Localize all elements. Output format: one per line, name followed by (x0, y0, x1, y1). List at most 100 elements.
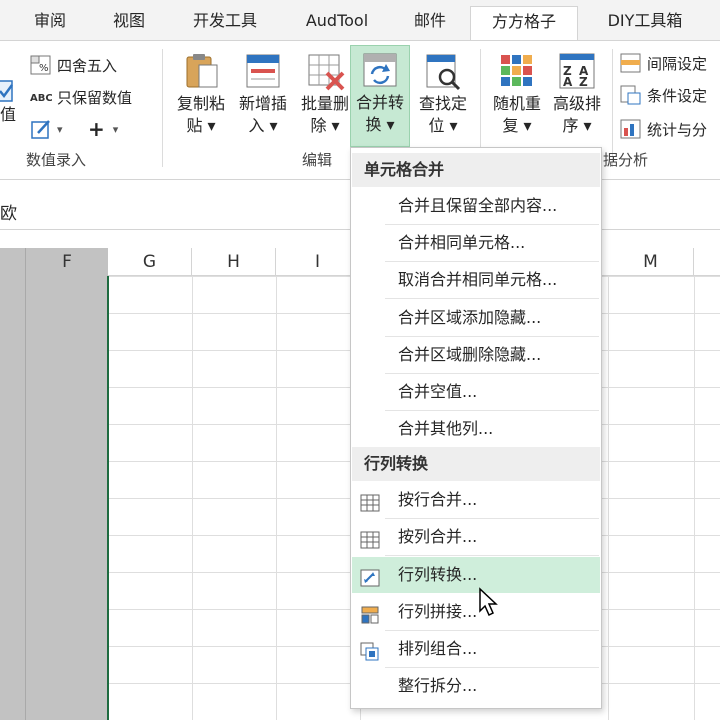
menu-item-permutation-combination[interactable]: 排列组合... (352, 631, 600, 667)
delete-grid-icon (308, 54, 345, 91)
round-button[interactable]: % 四舍五入 (30, 51, 117, 79)
random-blocks-icon (501, 55, 532, 86)
combination-icon (360, 639, 380, 661)
splice-icon (360, 602, 380, 624)
merge-convert-line2: 换 ▾ (365, 115, 395, 134)
column-header-h[interactable]: H (192, 248, 276, 276)
menu-item-label: 按列合并... (398, 527, 478, 546)
copy-paste-button[interactable]: 复制粘 贴 ▾ (170, 47, 232, 145)
merge-convert-button[interactable]: 合并转 换 ▾ (350, 45, 410, 147)
menu-item-merge-remove-hidden[interactable]: 合并区域删除隐藏... (352, 337, 600, 373)
clipboard-icon (186, 54, 218, 88)
abc-icon: ABC (30, 86, 53, 108)
condition-setting-button[interactable]: 条件设定 (620, 81, 707, 109)
merge-convert-line1: 合并转 (355, 93, 404, 112)
group-label-edit: 编辑 (302, 151, 333, 169)
tab-audtool[interactable]: AudTool (290, 6, 384, 40)
add-insert-line2: 入 ▾ (248, 116, 278, 135)
svg-text:%: % (39, 63, 49, 74)
transpose-icon (360, 565, 380, 587)
batch-delete-line2: 除 ▾ (310, 116, 340, 135)
chevron-down-icon: ▾ (57, 122, 63, 136)
menu-item-merge-by-column[interactable]: 按列合并... (352, 519, 600, 555)
svg-text:A: A (563, 75, 573, 89)
grid-rows-icon (360, 490, 380, 512)
menu-item-merge-same-cells[interactable]: 合并相同单元格... (352, 225, 600, 261)
percent-icon: % (30, 54, 52, 76)
insert-rows-icon (246, 54, 280, 88)
grid-line (192, 276, 193, 720)
find-locate-line2: 位 ▾ (428, 116, 458, 135)
menu-item-label: 行列拼接... (398, 602, 478, 621)
advanced-sort-line1: 高级排 (552, 94, 601, 113)
chevron-down-icon: ▾ (112, 122, 119, 136)
interval-grid-icon (620, 52, 642, 74)
grid-cols-icon (360, 527, 380, 549)
menu-item-unmerge-same-cells[interactable]: 取消合并相同单元格... (352, 262, 600, 298)
tab-fangfang-gezi[interactable]: 方方格子 (470, 6, 578, 41)
menu-section-cell-merge: 单元格合并 (352, 153, 600, 187)
copy-paste-line2: 贴 ▾ (186, 116, 216, 135)
tab-diy-toolbox[interactable]: DIY工具箱 (590, 6, 700, 40)
stats-split-button[interactable]: 统计与分 (620, 115, 707, 143)
sort-az-icon: Z A A Z (559, 53, 595, 89)
tab-developer[interactable]: 开发工具 (178, 6, 272, 40)
stats-split-label: 统计与分 (647, 120, 708, 139)
menu-item-merge-other-columns[interactable]: 合并其他列... (352, 411, 600, 447)
menu-item-merge-add-hidden[interactable]: 合并区域添加隐藏... (352, 300, 600, 336)
selected-columns[interactable] (0, 248, 108, 720)
batch-delete-button[interactable]: 批量删 除 ▾ (294, 47, 356, 145)
edit-dropdown-button[interactable]: ▾ (30, 115, 63, 143)
selection-border (107, 276, 109, 720)
condition-icon (620, 84, 642, 106)
add-insert-button[interactable]: 新增插 入 ▾ (232, 47, 294, 145)
menu-item-split-whole-row[interactable]: 整行拆分... (352, 668, 600, 704)
column-header-f-label: F (62, 252, 72, 272)
interval-setting-label: 间隔设定 (647, 54, 708, 73)
tab-mail[interactable]: 邮件 (400, 6, 460, 40)
find-locate-button[interactable]: 查找定 位 ▾ (412, 47, 474, 145)
svg-text:ABC: ABC (30, 93, 52, 104)
column-header-g[interactable]: G (108, 248, 192, 276)
plus-icon: + (88, 117, 105, 141)
advanced-sort-line2: 序 ▾ (562, 116, 592, 135)
partial-value-label[interactable]: 值 (0, 101, 16, 125)
merge-convert-icon (363, 53, 397, 87)
menu-divider (385, 555, 599, 556)
svg-text:Z: Z (579, 75, 588, 89)
menu-divider (385, 298, 599, 299)
edit-pencil-icon (30, 118, 52, 140)
batch-delete-line1: 批量删 (300, 94, 349, 113)
stats-icon (620, 118, 642, 140)
column-header-i[interactable]: I (276, 248, 360, 276)
interval-setting-button[interactable]: 间隔设定 (620, 49, 707, 77)
menu-item-label: 按行合并... (398, 490, 478, 509)
copy-paste-line1: 复制粘 (176, 94, 225, 113)
menu-item-label: 整行拆分... (398, 676, 478, 695)
plus-dropdown-button[interactable]: + ▾ (88, 115, 118, 143)
random-repeat-button[interactable]: 随机重 复 ▾ (486, 47, 548, 145)
group-separator (162, 49, 163, 167)
tab-review[interactable]: 审阅 (20, 6, 80, 40)
random-repeat-line2: 复 ▾ (502, 116, 532, 135)
keep-values-button[interactable]: ABC 只保留数值 (30, 83, 132, 111)
condition-setting-label: 条件设定 (647, 86, 708, 105)
menu-item-merge-empty[interactable]: 合并空值... (352, 374, 600, 410)
find-locate-line1: 查找定 (418, 94, 467, 113)
menu-item-transpose[interactable]: 行列转换... (352, 557, 600, 593)
find-magnifier-icon (426, 54, 461, 91)
menu-item-merge-keep-all[interactable]: 合并且保留全部内容... (352, 188, 600, 224)
advanced-sort-button[interactable]: Z A A Z 高级排 序 ▾ (546, 47, 608, 145)
menu-item-label: 排列组合... (398, 639, 478, 658)
menu-item-merge-by-row[interactable]: 按行合并... (352, 482, 600, 518)
menu-item-row-column-splice[interactable]: 行列拼接... (352, 594, 600, 630)
grid-line (276, 276, 277, 720)
column-header-m[interactable]: M (608, 248, 694, 276)
grid-line (608, 276, 609, 720)
menu-item-label: 行列转换... (398, 565, 478, 584)
add-insert-line1: 新增插 (238, 94, 287, 113)
tab-view[interactable]: 视图 (96, 6, 162, 40)
grid-line (694, 276, 695, 720)
mouse-pointer-icon (478, 587, 500, 617)
ribbon-tab-bar: 审阅 视图 开发工具 AudTool 邮件 方方格子 DIY工具箱 (0, 0, 720, 41)
